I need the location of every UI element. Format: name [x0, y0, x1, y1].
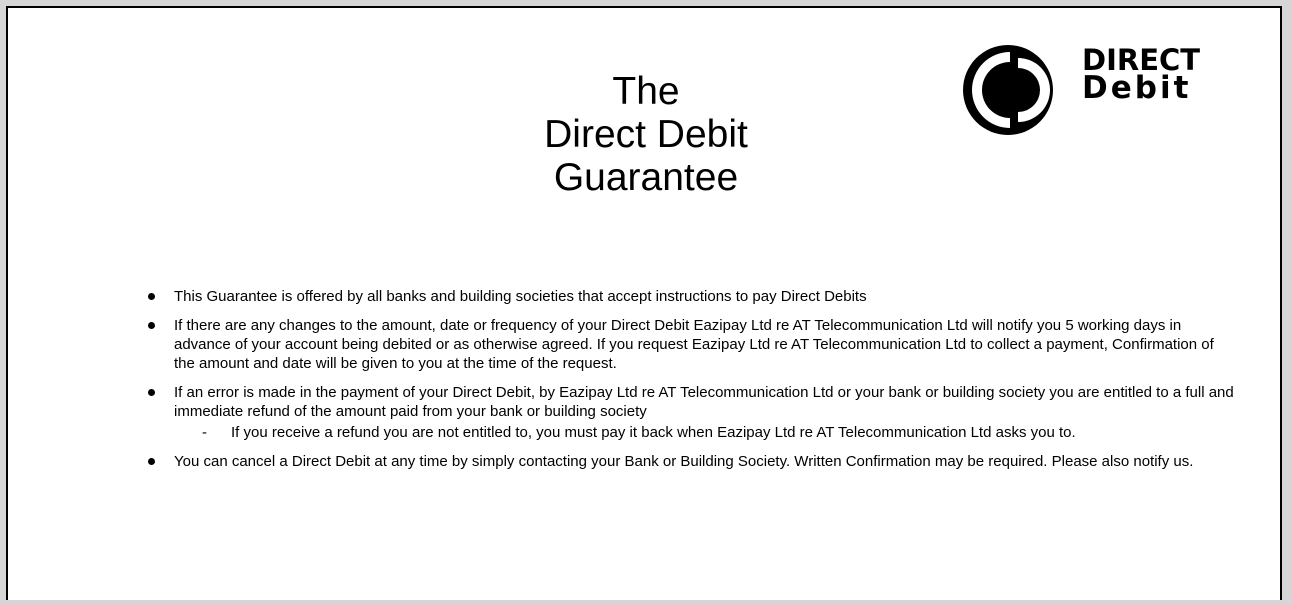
- direct-debit-logo: DIRECT Debit: [948, 40, 1258, 140]
- list-item-text: If an error is made in the payment of yo…: [174, 384, 1234, 420]
- direct-debit-logo-icon: [963, 45, 1053, 135]
- logo-line-debit: Debit: [1082, 70, 1192, 106]
- guarantee-list: This Guarantee is offered by all banks a…: [146, 287, 1236, 481]
- title-line-3: Guarantee: [553, 156, 739, 199]
- bullet-icon: [148, 293, 155, 300]
- sub-list-item-text: If you receive a refund you are not enti…: [231, 424, 1076, 441]
- list-item-text: This Guarantee is offered by all banks a…: [174, 288, 867, 305]
- list-item-text: You can cancel a Direct Debit at any tim…: [174, 453, 1194, 470]
- dash-icon: -: [202, 424, 207, 441]
- list-item-text: If there are any changes to the amount, …: [174, 317, 1214, 372]
- logo-wordmark: DIRECT Debit: [1082, 46, 1200, 104]
- list-item: You can cancel a Direct Debit at any tim…: [146, 452, 1236, 471]
- bullet-icon: [148, 458, 155, 465]
- bullet-icon: [148, 389, 155, 396]
- sub-list-item: - If you receive a refund you are not en…: [174, 423, 1236, 442]
- list-item: If there are any changes to the amount, …: [146, 316, 1236, 373]
- bullet-icon: [148, 322, 155, 329]
- list-item: This Guarantee is offered by all banks a…: [146, 287, 1236, 306]
- list-item: If an error is made in the payment of yo…: [146, 383, 1236, 442]
